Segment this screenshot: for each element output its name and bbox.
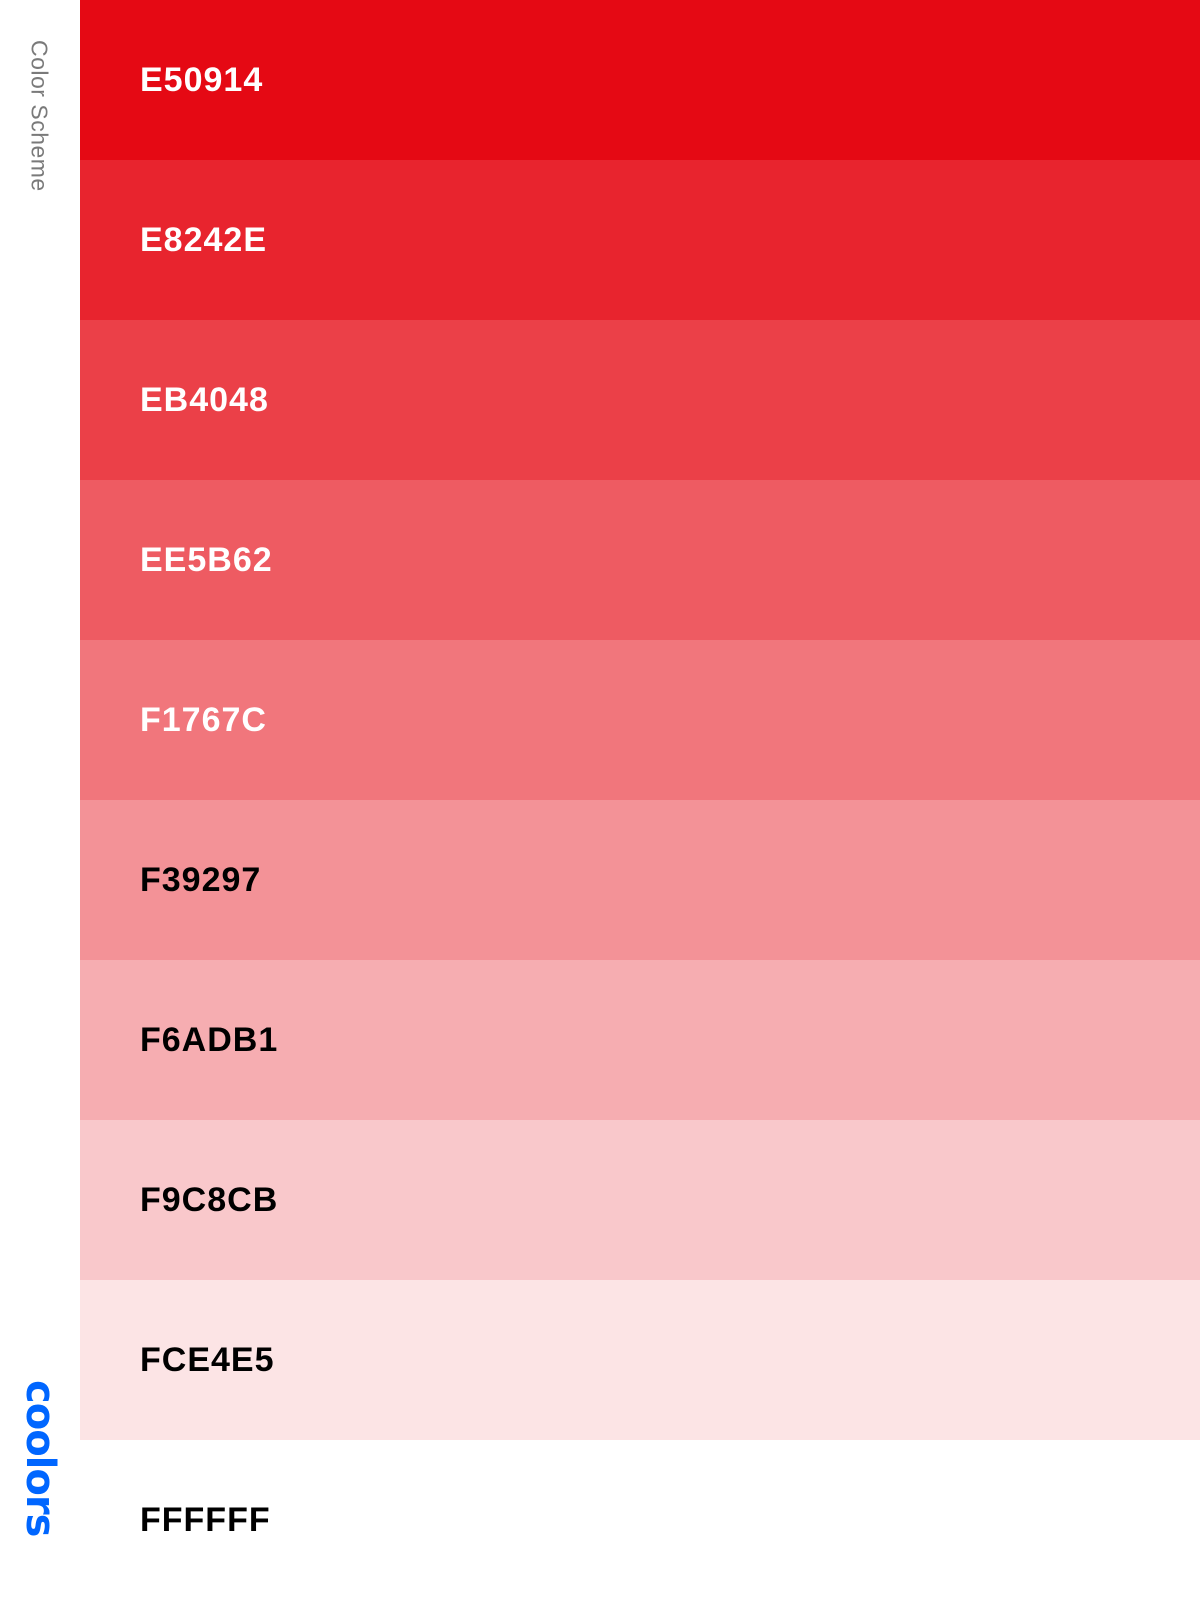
swatch-hex-label: E8242E: [140, 220, 267, 259]
palette-page: Color Scheme coolors E50914 E8242E EB4048 E…: [0, 0, 1200, 1600]
swatch-hex-label: FCE4E5: [140, 1340, 275, 1379]
color-swatch[interactable]: E50914: [80, 0, 1200, 160]
color-swatch[interactable]: F9C8CB: [80, 1120, 1200, 1280]
swatch-list: E50914 E8242E EB4048 EE5B62 F1767C F39297 F6AD…: [80, 0, 1200, 1600]
swatch-hex-label: F9C8CB: [140, 1180, 279, 1219]
swatch-hex-label: E50914: [140, 60, 264, 99]
swatch-hex-label: FFFFFF: [140, 1500, 271, 1539]
color-swatch[interactable]: FFFFFF: [80, 1440, 1200, 1600]
swatch-hex-label: EE5B62: [140, 540, 273, 579]
color-swatch[interactable]: FCE4E5: [80, 1280, 1200, 1440]
swatch-hex-label: EB4048: [140, 380, 269, 419]
color-swatch[interactable]: E8242E: [80, 160, 1200, 320]
color-swatch[interactable]: EB4048: [80, 320, 1200, 480]
swatch-hex-label: F1767C: [140, 700, 267, 739]
swatch-hex-label: F39297: [140, 860, 262, 899]
color-swatch[interactable]: EE5B62: [80, 480, 1200, 640]
color-swatch[interactable]: F39297: [80, 800, 1200, 960]
color-swatch[interactable]: F6ADB1: [80, 960, 1200, 1120]
sidebar-title: Color Scheme: [26, 40, 53, 192]
sidebar: Color Scheme coolors: [0, 0, 80, 1600]
coolors-logo[interactable]: coolors: [17, 1380, 63, 1536]
swatch-hex-label: F6ADB1: [140, 1020, 279, 1059]
color-swatch[interactable]: F1767C: [80, 640, 1200, 800]
